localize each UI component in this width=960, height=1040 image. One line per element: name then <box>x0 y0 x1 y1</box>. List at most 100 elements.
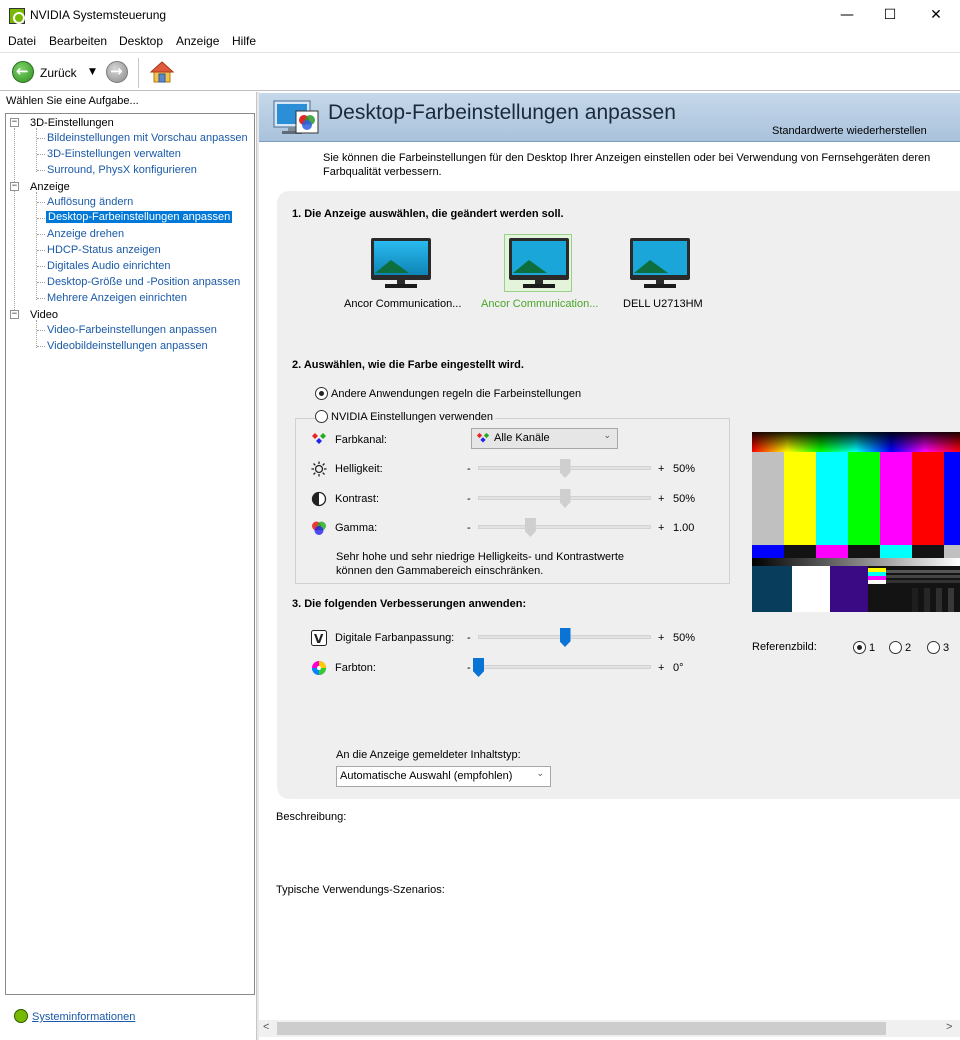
vibrance-label: Digitale Farbanpassung: <box>335 632 455 644</box>
task-tree: − 3D-Einstellungen Bildeinstellungen mit… <box>5 113 255 995</box>
radio-other-apps[interactable] <box>315 387 328 400</box>
toolbar: Zurück ▼ <box>0 52 960 91</box>
radio-other-apps-label[interactable]: Andere Anwendungen regeln die Farbeinste… <box>331 388 581 400</box>
gamma-value: 1.00 <box>673 522 695 534</box>
brightness-icon <box>311 461 327 477</box>
collapse-anzeige-icon[interactable]: − <box>10 182 19 191</box>
reference-radio-3[interactable] <box>927 641 940 654</box>
hue-icon <box>312 661 326 675</box>
category-3d-einstellungen[interactable]: 3D-Einstellungen <box>30 117 114 129</box>
monitor-2-label[interactable]: Ancor Communication... <box>481 298 598 310</box>
task-hdcp-status[interactable]: HDCP-Status anzeigen <box>47 244 161 256</box>
task-anzeige-drehen[interactable]: Anzeige drehen <box>47 228 124 240</box>
contrast-decrease[interactable]: - <box>467 493 471 505</box>
hue-increase[interactable]: + <box>658 662 664 674</box>
back-button-label[interactable]: Zurück <box>40 66 77 80</box>
reference-radio-2[interactable] <box>889 641 902 654</box>
page-title: Desktop-Farbeinstellungen anpassen <box>328 101 676 124</box>
menu-desktop[interactable]: Desktop <box>119 34 163 48</box>
back-arrow-icon[interactable] <box>12 61 34 83</box>
digital-vibrance-icon: V <box>311 630 327 646</box>
close-button[interactable]: ✕ <box>913 0 959 31</box>
brightness-label: Helligkeit: <box>335 463 383 475</box>
menu-anzeige[interactable]: Anzeige <box>176 34 219 48</box>
hue-slider-track[interactable] <box>478 665 651 669</box>
window-title: NVIDIA Systemsteuerung <box>30 8 167 22</box>
monitor-1-icon[interactable] <box>371 238 431 290</box>
gamma-range-note: Sehr hohe und sehr niedrige Helligkeits-… <box>336 551 624 577</box>
tree-connector <box>36 192 37 300</box>
task-mehrere-anzeigen[interactable]: Mehrere Anzeigen einrichten <box>47 292 187 304</box>
forward-arrow-icon[interactable] <box>106 61 128 83</box>
tree-connector <box>37 138 45 139</box>
page-intro: Sie können die Farbeinstellungen für den… <box>323 152 931 178</box>
task-panel-title: Wählen Sie eine Aufgabe... <box>6 95 139 107</box>
contrast-increase[interactable]: + <box>658 493 664 505</box>
scroll-right-icon[interactable]: > <box>946 1021 952 1033</box>
contrast-value: 50% <box>673 493 696 505</box>
radio-nvidia-settings[interactable] <box>315 410 328 423</box>
horizontal-scroll-thumb[interactable] <box>277 1022 886 1035</box>
monitor-2-icon[interactable] <box>509 238 569 290</box>
content-type-dropdown[interactable]: Automatische Auswahl (empfohlen) ⌄ <box>336 766 551 787</box>
tree-connector <box>37 170 45 171</box>
tree-connector <box>37 346 45 347</box>
reference-test-image <box>752 432 960 612</box>
gamma-decrease[interactable]: - <box>467 522 471 534</box>
radio-nvidia-settings-label[interactable]: NVIDIA Einstellungen verwenden <box>329 411 496 423</box>
reference-radio-2-label[interactable]: 2 <box>905 642 911 654</box>
section-1-title: 1. Die Anzeige auswählen, die geändert w… <box>292 208 564 220</box>
brightness-decrease[interactable]: - <box>467 463 471 475</box>
tree-connector <box>37 250 45 251</box>
task-digitales-audio[interactable]: Digitales Audio einrichten <box>47 260 171 272</box>
menu-hilfe[interactable]: Hilfe <box>232 34 256 48</box>
tree-connector <box>37 234 45 235</box>
brightness-increase[interactable]: + <box>658 463 664 475</box>
vibrance-decrease[interactable]: - <box>467 632 471 644</box>
restore-defaults-link[interactable]: Standardwerte wiederherstellen <box>772 125 927 137</box>
maximize-button[interactable]: ☐ <box>867 0 913 31</box>
monitor-3-label[interactable]: DELL U2713HM <box>623 298 703 310</box>
category-video[interactable]: Video <box>30 309 58 321</box>
back-history-dropdown-icon[interactable]: ▼ <box>89 67 96 77</box>
task-bildeinstellungen-vorschau[interactable]: Bildeinstellungen mit Vorschau anpassen <box>47 132 248 144</box>
task-panel-header: Wählen Sie eine Aufgabe... <box>0 92 258 112</box>
task-surround-physx[interactable]: Surround, PhysX konfigurieren <box>47 164 197 176</box>
task-desktop-groesse-position[interactable]: Desktop-Größe und -Position anpassen <box>47 276 240 288</box>
reference-radio-1-label[interactable]: 1 <box>869 642 875 654</box>
minimize-button[interactable]: — <box>824 0 870 31</box>
description-label: Beschreibung: <box>276 811 347 823</box>
collapse-3d-icon[interactable]: − <box>10 118 19 127</box>
collapse-video-icon[interactable]: − <box>10 310 19 319</box>
tree-connector <box>37 154 45 155</box>
monitor-1-label[interactable]: Ancor Communication... <box>344 298 461 310</box>
scroll-left-icon[interactable]: < <box>263 1021 269 1033</box>
hue-decrease[interactable]: - <box>467 662 471 674</box>
vibrance-increase[interactable]: + <box>658 632 664 644</box>
home-icon[interactable] <box>150 60 174 84</box>
gamma-increase[interactable]: + <box>658 522 664 534</box>
contrast-label: Kontrast: <box>335 493 380 505</box>
task-3d-einstellungen-verwalten[interactable]: 3D-Einstellungen verwalten <box>47 148 181 160</box>
system-info-icon <box>14 1009 28 1023</box>
category-anzeige[interactable]: Anzeige <box>30 181 70 193</box>
task-desktop-farbeinstellungen[interactable]: Desktop-Farbeinstellungen anpassen <box>46 211 233 223</box>
task-video-farbeinstellungen[interactable]: Video-Farbeinstellungen anpassen <box>47 324 217 336</box>
content-type-label: An die Anzeige gemeldeter Inhaltstyp: <box>336 749 521 761</box>
task-aufloesung-aendern[interactable]: Auflösung ändern <box>47 196 133 208</box>
gamma-icon <box>312 521 326 535</box>
color-channel-label: Farbkanal: <box>335 434 387 446</box>
reference-radio-1[interactable] <box>853 641 866 654</box>
gamma-slider-track[interactable] <box>478 525 651 529</box>
system-information-link[interactable]: Systeminformationen <box>32 1011 135 1023</box>
task-videobildeinstellungen[interactable]: Videobildeinstellungen anpassen <box>47 340 208 352</box>
menu-datei[interactable]: Datei <box>8 34 36 48</box>
menu-bearbeiten[interactable]: Bearbeiten <box>49 34 107 48</box>
color-channel-icon <box>476 432 490 443</box>
monitor-3-icon[interactable] <box>630 238 690 290</box>
tree-connector <box>36 128 37 172</box>
color-channel-dropdown[interactable]: Alle Kanäle ⌄ <box>471 428 618 449</box>
reference-radio-3-label[interactable]: 3 <box>943 642 949 654</box>
display-color-icon <box>273 100 319 134</box>
panel-splitter[interactable] <box>256 92 259 1040</box>
